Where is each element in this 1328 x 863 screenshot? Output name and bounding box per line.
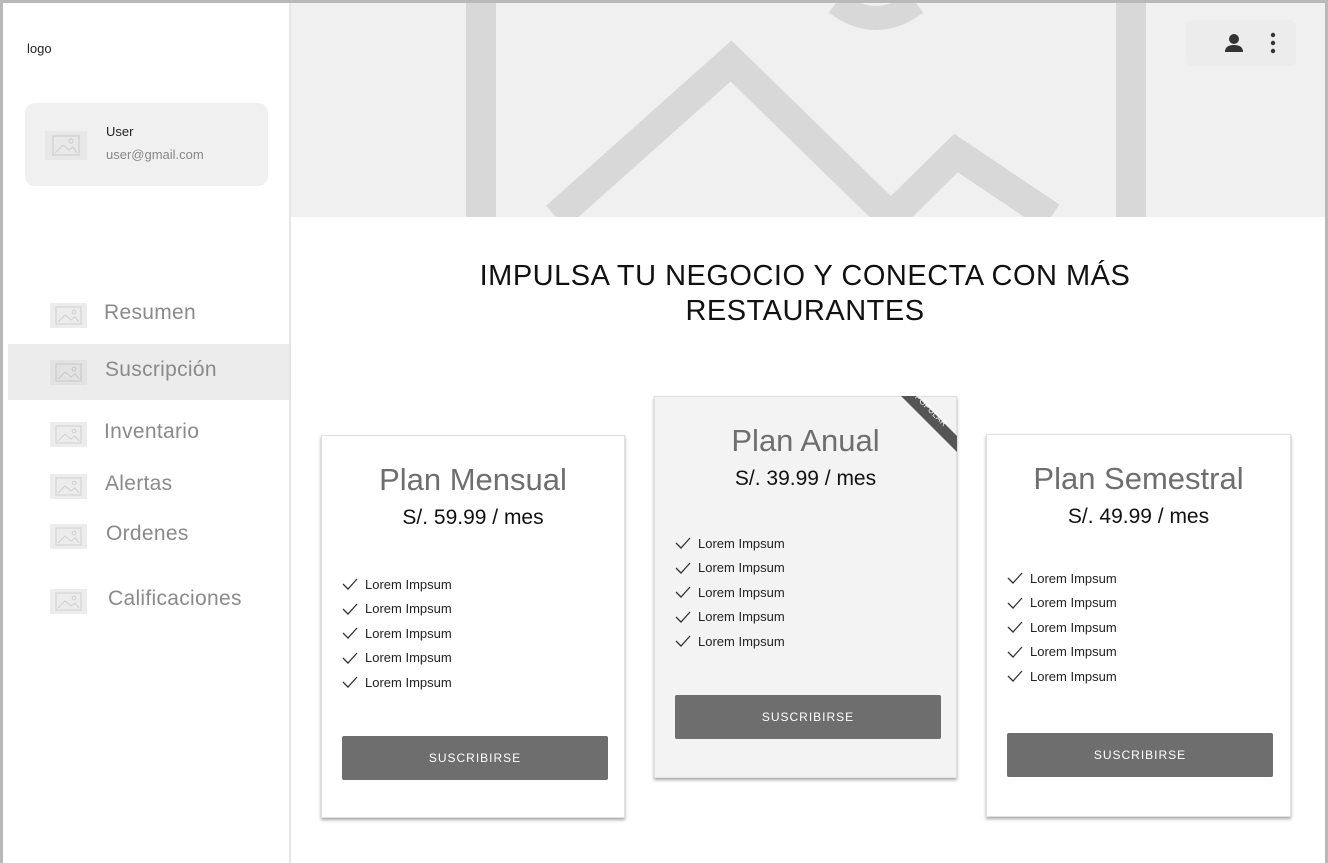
image-placeholder-icon [50, 524, 87, 549]
sidebar: logo User user@gmail.com Resumen Suscrip… [3, 3, 291, 863]
check-icon [1007, 646, 1023, 658]
feature-item: Lorem Impsum [342, 597, 452, 622]
feature-list: Lorem Impsum Lorem Impsum Lorem Impsum L… [675, 531, 785, 654]
image-placeholder-icon [50, 422, 87, 447]
feature-text: Lorem Impsum [365, 576, 452, 592]
check-icon [342, 676, 358, 689]
plan-price: S/. 49.99 / mes [1067, 505, 1210, 528]
plan-name: Plan Anual [731, 423, 880, 458]
feature-list: Lorem Impsum Lorem Impsum Lorem Impsum L… [1007, 566, 1117, 689]
feature-text: Lorem Impsum [365, 650, 452, 666]
logo: logo [27, 41, 52, 56]
feature-item: Lorem Impsum [342, 646, 452, 671]
sidebar-item-ordenes[interactable]: Ordenes [8, 508, 289, 564]
banner-image-placeholder [291, 3, 1325, 217]
check-icon [342, 652, 358, 664]
feature-text: Lorem Impsum [1030, 668, 1117, 684]
feature-item: Lorem Impsum [675, 531, 785, 556]
sidebar-item-suscripcion[interactable]: Suscripción [8, 344, 289, 400]
image-placeholder-icon [50, 360, 87, 385]
user-profile-card[interactable]: User user@gmail.com [25, 103, 268, 186]
check-icon [675, 537, 691, 550]
sidebar-item-resumen[interactable]: Resumen [8, 287, 289, 343]
user-email: user@gmail.com [106, 147, 204, 162]
check-icon [675, 611, 691, 623]
check-icon [1007, 572, 1023, 585]
check-icon [342, 627, 358, 640]
plan-name: Plan Mensual [379, 462, 567, 497]
feature-text: Lorem Impsum [365, 625, 452, 641]
plan-price: S/. 59.99 / mes [402, 506, 544, 529]
sidebar-item-label: Ordenes [106, 522, 189, 545]
feature-item: Lorem Impsum [675, 629, 785, 654]
sidebar-item-calificaciones[interactable]: Calificaciones [8, 573, 289, 629]
header-actions [1186, 20, 1296, 66]
user-name: User [106, 124, 134, 139]
image-placeholder-icon [466, 3, 1146, 217]
feature-item: Lorem Impsum [675, 556, 785, 581]
page-headline: IMPULSA TU NEGOCIO Y CONECTA CON MÁS RES… [479, 260, 1131, 327]
feature-text: Lorem Impsum [698, 633, 785, 649]
feature-text: Lorem Impsum [698, 584, 785, 600]
sidebar-item-label: Inventario [104, 420, 200, 443]
check-icon [1007, 621, 1023, 634]
sidebar-item-inventario[interactable]: Inventario [8, 406, 289, 462]
feature-text: Lorem Impsum [1030, 619, 1117, 635]
more-vertical-icon[interactable] [1263, 32, 1283, 54]
subscribe-button-anual[interactable]: SUSCRIBIRSE [675, 695, 941, 739]
check-icon [675, 635, 691, 648]
plan-card-mensual: Plan Mensual S/. 59.99 / mes Lorem Impsu… [321, 435, 625, 818]
subscribe-button-mensual[interactable]: SUSCRIBIRSE [342, 736, 608, 780]
image-placeholder-icon [50, 589, 87, 614]
feature-item: Lorem Impsum [1007, 664, 1117, 689]
feature-item: Lorem Impsum [1007, 615, 1117, 640]
check-icon [342, 578, 358, 591]
check-icon [342, 603, 358, 615]
avatar-image-placeholder-icon [45, 131, 87, 160]
check-icon [675, 586, 691, 599]
sidebar-item-label: Suscripción [105, 358, 217, 381]
sidebar-item-alertas[interactable]: Alertas [8, 458, 289, 514]
plan-price: S/. 39.99 / mes [734, 467, 877, 490]
sidebar-item-label: Alertas [105, 472, 173, 495]
plan-name: Plan Semestral [1033, 461, 1244, 496]
image-placeholder-icon [50, 303, 87, 328]
sidebar-item-label: Resumen [104, 301, 196, 324]
image-placeholder-icon [50, 474, 87, 499]
feature-text: Lorem Impsum [698, 535, 785, 551]
feature-item: Lorem Impsum [342, 572, 452, 597]
feature-text: Lorem Impsum [1030, 595, 1117, 611]
feature-text: Lorem Impsum [1030, 644, 1117, 660]
feature-item: Lorem Impsum [675, 580, 785, 605]
check-icon [675, 562, 691, 574]
plan-card-anual: POPULAR Plan Anual S/. 39.99 / mes Lorem… [654, 396, 957, 778]
user-icon[interactable] [1223, 32, 1245, 54]
feature-list: Lorem Impsum Lorem Impsum Lorem Impsum L… [342, 572, 452, 695]
feature-item: Lorem Impsum [1007, 591, 1117, 616]
feature-item: Lorem Impsum [342, 621, 452, 646]
feature-item: Lorem Impsum [1007, 640, 1117, 665]
feature-item: Lorem Impsum [342, 670, 452, 695]
feature-item: Lorem Impsum [675, 605, 785, 630]
feature-text: Lorem Impsum [1030, 570, 1117, 586]
subscribe-button-semestral[interactable]: SUSCRIBIRSE [1007, 733, 1273, 777]
plan-card-semestral: Plan Semestral S/. 49.99 / mes Lorem Imp… [986, 434, 1291, 817]
feature-text: Lorem Impsum [365, 601, 452, 617]
feature-text: Lorem Impsum [698, 560, 785, 576]
feature-item: Lorem Impsum [1007, 566, 1117, 591]
check-icon [1007, 597, 1023, 609]
check-icon [1007, 670, 1023, 683]
feature-text: Lorem Impsum [698, 609, 785, 625]
feature-text: Lorem Impsum [365, 674, 452, 690]
sidebar-item-label: Calificaciones [108, 587, 242, 610]
